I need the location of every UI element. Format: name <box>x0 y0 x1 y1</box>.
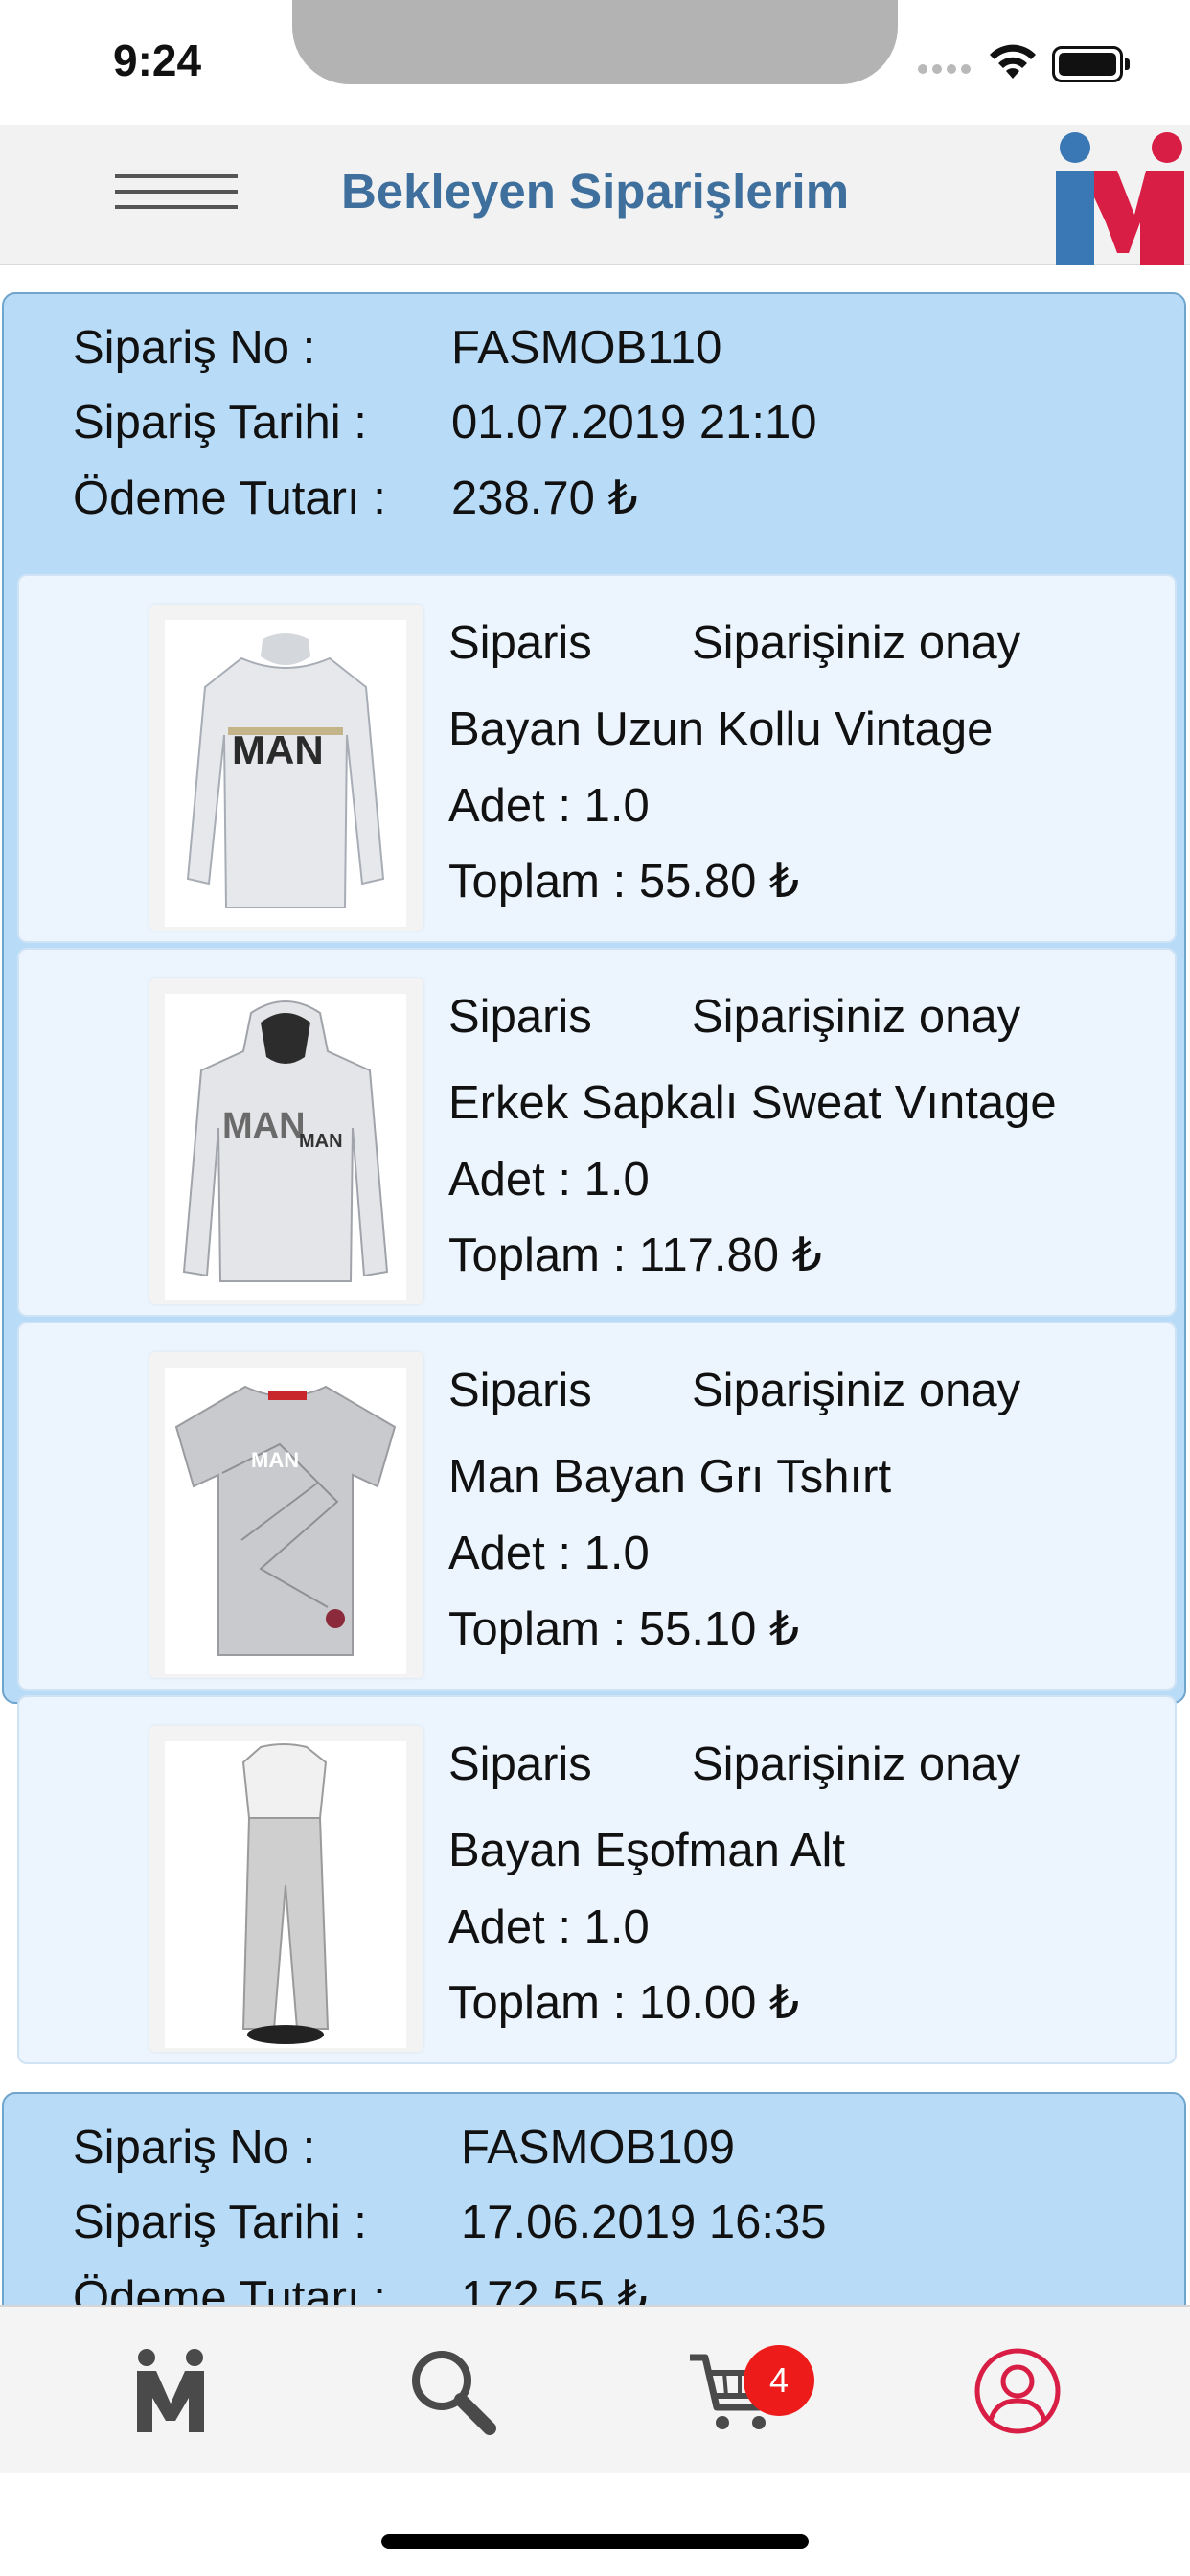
status-value: Siparişiniz onay <box>692 1365 1021 1416</box>
order-number-row: Sipariş No : FASMOB109 <box>73 2121 735 2174</box>
svg-text:MAN: MAN <box>251 1448 299 1472</box>
status-time: 9:24 <box>113 35 202 85</box>
payment-label: Ödeme Tutarı : <box>73 472 386 524</box>
status-bar: 9:24 <box>0 0 1190 125</box>
wifi-icon <box>990 44 1036 79</box>
quantity-label: Adet : <box>448 1154 572 1206</box>
total-value: 55.10 ₺ <box>638 1603 800 1655</box>
tab-bar: 4 <box>0 2305 1190 2474</box>
product-name: Bayan Uzun Kollu Vintage <box>448 703 994 755</box>
tab-search[interactable] <box>356 2307 548 2474</box>
hoodie-icon: MAN MAN <box>182 1000 389 1282</box>
search-icon <box>412 2350 496 2435</box>
payment-amount: 238.70 ₺ <box>451 472 638 524</box>
svg-text:MAN: MAN <box>222 1106 306 1146</box>
order-date-row: Sipariş Tarihi : 01.07.2019 21:10 <box>73 396 816 449</box>
order-number: FASMOB110 <box>451 322 722 374</box>
profile-icon <box>974 2348 1061 2433</box>
payment-label: Ödeme Tutarı : <box>73 2272 386 2305</box>
home-indicator-area <box>0 2472 1190 2576</box>
order-card: Sipariş No : FASMOB110 Sipariş Tarihi : 01… <box>2 292 1186 2064</box>
home-logo-icon <box>137 2348 204 2432</box>
product-name: Man Bayan Grı Tshırt <box>448 1451 892 1503</box>
order-date: 17.06.2019 16:35 <box>461 2196 827 2248</box>
total-label: Toplam : <box>448 1977 627 2029</box>
page-title: Bekleyen Siparişlerim <box>340 164 850 218</box>
quantity: Adet : 1.0 <box>448 1527 650 1580</box>
item-total: Toplam : 55.80 ₺ <box>448 854 799 908</box>
item-total: Toplam : 117.80 ₺ <box>448 1228 822 1282</box>
item-total: Toplam : 10.00 ₺ <box>448 1975 799 2030</box>
t-shirt-icon: MAN <box>174 1385 397 1656</box>
signal-icon <box>918 61 975 79</box>
item-total: Toplam : 55.10 ₺ <box>448 1601 799 1656</box>
quantity-label: Adet : <box>448 780 572 832</box>
status-label: Siparis <box>448 1738 592 1790</box>
total-label: Toplam : <box>448 1230 627 1281</box>
status-value: Siparişiniz onay <box>692 991 1021 1043</box>
payment-row: Ödeme Tutarı : 238.70 ₺ <box>73 471 638 525</box>
product-name: Bayan Eşofman Alt <box>448 1825 846 1876</box>
quantity-value: 1.0 <box>584 1528 650 1579</box>
payment-row: Ödeme Tutarı : 172.55 ₺ <box>73 2270 648 2305</box>
order-card: Sipariş No : FASMOB109 Sipariş Tarihi : 17… <box>2 2092 1186 2305</box>
status-label: Siparis <box>448 617 592 669</box>
product-image <box>149 1726 423 2052</box>
order-number-label: Sipariş No : <box>73 2122 316 2174</box>
total-label: Toplam : <box>448 856 627 908</box>
tab-home[interactable] <box>75 2307 266 2474</box>
status-label: Siparis <box>448 1365 592 1416</box>
product-image: MAN <box>149 605 423 931</box>
product-name: Erkek Sapkalı Sweat Vıntage <box>448 1077 1057 1129</box>
status-value: Siparişiniz onay <box>692 617 1021 669</box>
order-date-label: Sipariş Tarihi : <box>73 2196 367 2248</box>
order-items: MAN Siparis Siparişiniz onay Bayan Uzun … <box>17 574 1177 2069</box>
quantity: Adet : 1.0 <box>448 1900 650 1954</box>
quantity-value: 1.0 <box>584 780 650 832</box>
list-item[interactable]: Siparis Siparişiniz onay Bayan Eşofman A… <box>17 1695 1177 2064</box>
payment-amount: 172.55 ₺ <box>461 2272 648 2305</box>
device-notch <box>292 0 898 84</box>
quantity-label: Adet : <box>448 1901 572 1953</box>
product-image: MAN <box>149 1352 423 1678</box>
svg-text:MAN: MAN <box>299 1131 343 1152</box>
status-value: Siparişiniz onay <box>692 1738 1021 1790</box>
order-number-label: Sipariş No : <box>73 322 316 374</box>
home-indicator[interactable] <box>381 2534 809 2549</box>
order-number-row: Sipariş No : FASMOB110 <box>73 321 721 375</box>
list-item[interactable]: MAN Siparis Siparişiniz onay Man Bayan G… <box>17 1322 1177 1690</box>
sweatpants-icon <box>241 1743 330 2044</box>
quantity-value: 1.0 <box>584 1154 650 1206</box>
cart-badge: 4 <box>744 2345 814 2416</box>
order-date-row: Sipariş Tarihi : 17.06.2019 16:35 <box>73 2196 826 2249</box>
total-value: 117.80 ₺ <box>638 1230 822 1281</box>
quantity-label: Adet : <box>448 1528 572 1579</box>
total-value: 55.80 ₺ <box>638 856 800 908</box>
order-number: FASMOB109 <box>461 2122 735 2174</box>
order-date-label: Sipariş Tarihi : <box>73 397 367 448</box>
quantity: Adet : 1.0 <box>448 779 650 833</box>
total-value: 10.00 ₺ <box>638 1977 800 2029</box>
product-image: MAN MAN <box>149 978 423 1304</box>
total-label: Toplam : <box>448 1603 627 1655</box>
navigation-bar: Bekleyen Siparişlerim <box>0 125 1190 264</box>
quantity: Adet : 1.0 <box>448 1153 650 1207</box>
tab-profile[interactable] <box>922 2307 1113 2474</box>
battery-icon <box>1052 46 1130 82</box>
quantity-value: 1.0 <box>584 1901 650 1953</box>
orders-list[interactable]: Sipariş No : FASMOB110 Sipariş Tarihi : 01… <box>0 278 1190 2305</box>
long-sleeve-shirt-icon: MAN <box>186 633 385 908</box>
list-item[interactable]: MAN Siparis Siparişiniz onay Bayan Uzun … <box>17 574 1177 943</box>
list-item[interactable]: MAN MAN Siparis Siparişiniz onay Erkek S… <box>17 948 1177 1317</box>
brand-logo[interactable] <box>1050 130 1190 264</box>
status-label: Siparis <box>448 991 592 1043</box>
order-date: 01.07.2019 21:10 <box>451 397 817 448</box>
